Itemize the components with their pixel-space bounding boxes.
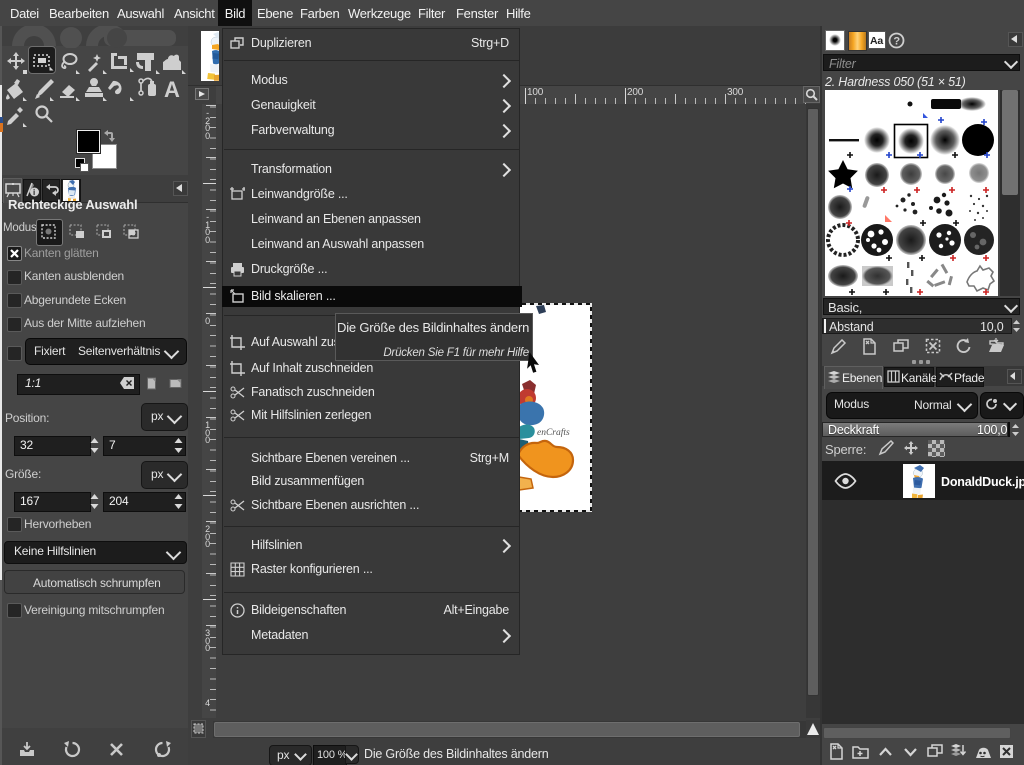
svg-text:enCrafts: enCrafts <box>537 427 570 438</box>
svg-text:?: ? <box>893 36 900 48</box>
svg-text:i: i <box>33 188 35 197</box>
svg-text:A: A <box>164 77 180 102</box>
